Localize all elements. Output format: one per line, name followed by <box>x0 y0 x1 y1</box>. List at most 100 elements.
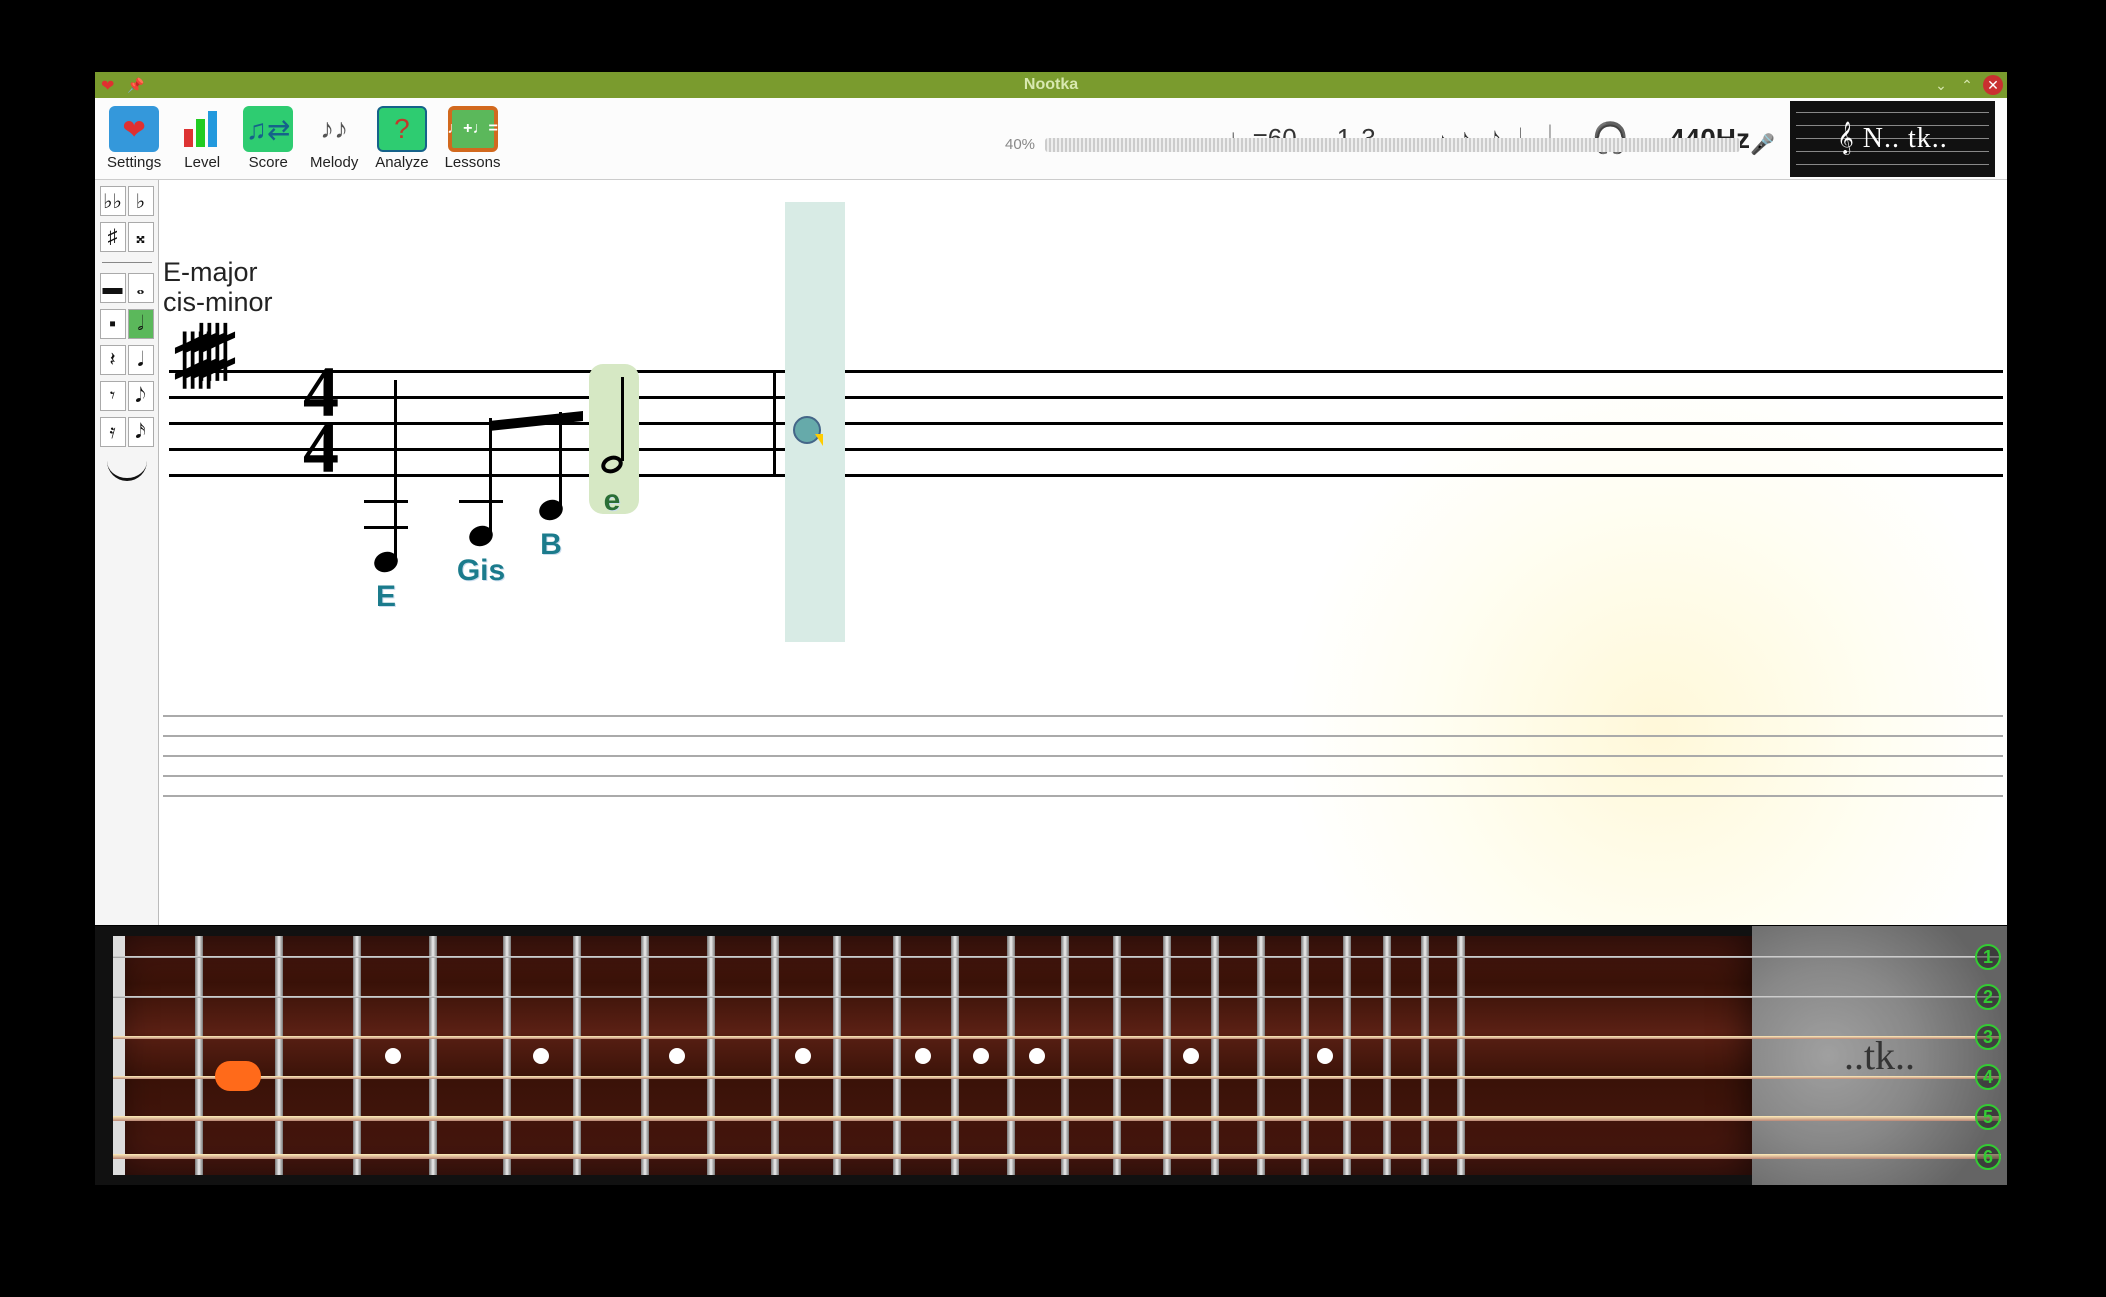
quarter-note-button[interactable]: 𝅘𝅥 <box>128 345 154 375</box>
main-toolbar: ❤ Settings Level ♫⇄ Score ♪♪ Melody ? An… <box>95 98 2007 180</box>
fret[interactable] <box>833 936 841 1175</box>
fret[interactable] <box>1421 936 1429 1175</box>
fret[interactable] <box>771 936 779 1175</box>
sharp-button[interactable]: ♯ <box>100 222 126 252</box>
microphone-icon[interactable]: 🎤 <box>1750 132 1775 157</box>
half-note-button[interactable]: 𝅗𝅥 <box>128 309 154 339</box>
settings-button[interactable]: ❤ Settings <box>99 104 169 173</box>
maximize-button[interactable]: ⌃ <box>1957 75 1977 95</box>
staff-line <box>169 474 2003 477</box>
fret-marker-dot <box>973 1048 989 1064</box>
staff-line <box>169 422 2003 425</box>
analyze-button[interactable]: ? Analyze <box>367 104 436 173</box>
app-heart-icon: ❤ <box>101 76 121 94</box>
guitar-string[interactable] <box>113 1116 2001 1121</box>
note-label: E <box>376 580 396 614</box>
double-flat-button[interactable]: ♭♭ <box>100 186 126 216</box>
fret-marker-dot <box>533 1048 549 1064</box>
quarter-rest-button[interactable]: 𝄽 <box>100 345 126 375</box>
fret[interactable] <box>1301 936 1309 1175</box>
fret-marker-dot <box>1183 1048 1199 1064</box>
fret[interactable] <box>1061 936 1069 1175</box>
guitar-fretboard[interactable]: ..tk.. <box>95 925 2007 1185</box>
logo-panel: 𝄞 N.. tk.. <box>1790 101 1995 177</box>
fret-marker-dot <box>1317 1048 1333 1064</box>
fret[interactable] <box>573 936 581 1175</box>
fret[interactable] <box>353 936 361 1175</box>
melody-button[interactable]: ♪♪ Melody <box>301 104 367 173</box>
eighth-note-button[interactable]: 𝅘𝅥𝅮 <box>128 381 154 411</box>
fret-marker-dot <box>669 1048 685 1064</box>
melody-label: Melody <box>310 154 358 171</box>
volume-meter[interactable]: 40% 🎤 <box>1005 132 1775 157</box>
score-label: Score <box>249 154 288 171</box>
guitar-string[interactable] <box>113 1036 2001 1039</box>
insertion-cursor-icon <box>793 416 821 444</box>
fret[interactable] <box>893 936 901 1175</box>
minimize-button[interactable]: ⌄ <box>1931 75 1951 95</box>
guitar-nut <box>113 936 125 1175</box>
double-sharp-button[interactable]: 𝄪 <box>128 222 154 252</box>
fret[interactable] <box>641 936 649 1175</box>
note-e-low[interactable]: E <box>374 552 398 572</box>
time-signature: 4 4 <box>303 364 339 476</box>
finger-position[interactable] <box>215 1061 261 1091</box>
eighth-rest-button[interactable]: 𝄾 <box>100 381 126 411</box>
flat-button[interactable]: ♭ <box>128 186 154 216</box>
fret-marker-dot <box>795 1048 811 1064</box>
fret[interactable] <box>951 936 959 1175</box>
level-bars-icon <box>177 106 227 152</box>
string-number[interactable]: 2 <box>1975 984 2001 1010</box>
content-area: ♭♭ ♭ ♯ 𝄪 ▬ 𝅝 ▪ 𝅗𝅥 𝄽 𝅘𝅥 𝄾 𝅘 <box>95 180 2007 925</box>
fret[interactable] <box>1211 936 1219 1175</box>
whole-note-button[interactable]: 𝅝 <box>128 273 154 303</box>
main-staff[interactable]: ♯♯♯♯ 4 4 E <box>159 360 2007 560</box>
volume-track[interactable] <box>1045 138 1740 152</box>
fret[interactable] <box>1383 936 1391 1175</box>
fret[interactable] <box>275 936 283 1175</box>
guitar-string[interactable] <box>113 956 2001 958</box>
guitar-string[interactable] <box>113 1154 2001 1159</box>
note-label: B <box>540 528 562 562</box>
fret[interactable] <box>707 936 715 1175</box>
close-button[interactable]: ✕ <box>1983 75 2003 95</box>
pin-icon[interactable]: 📌 <box>127 77 144 94</box>
fret[interactable] <box>1163 936 1171 1175</box>
tie-button[interactable] <box>107 461 147 481</box>
lessons-label: Lessons <box>445 154 501 171</box>
fret-marker-dot <box>1029 1048 1045 1064</box>
fret[interactable] <box>503 936 511 1175</box>
guitar-string[interactable] <box>113 996 2001 998</box>
titlebar: ❤ 📌 Nootka ⌄ ⌃ ✕ <box>95 72 2007 98</box>
note-label: e <box>604 484 621 518</box>
sixteenth-rest-button[interactable]: 𝄿 <box>100 417 126 447</box>
fret[interactable] <box>1113 936 1121 1175</box>
fret[interactable] <box>1007 936 1015 1175</box>
fret[interactable] <box>1457 936 1465 1175</box>
lessons-button[interactable]: ♩+♩= Lessons <box>437 104 509 173</box>
fret-marker-dot <box>915 1048 931 1064</box>
whole-rest-button[interactable]: ▬ <box>100 273 126 303</box>
note-gis[interactable]: Gis <box>469 526 493 546</box>
volume-percent: 40% <box>1005 136 1035 153</box>
level-button[interactable]: Level <box>169 104 235 173</box>
note-b[interactable]: B <box>539 500 563 520</box>
sixteenth-note-button[interactable]: 𝅘𝅥𝅯 <box>128 417 154 447</box>
fret[interactable] <box>1257 936 1265 1175</box>
string-number[interactable]: 1 <box>1975 944 2001 970</box>
string-number[interactable]: 4 <box>1975 1064 2001 1090</box>
settings-label: Settings <box>107 154 161 171</box>
fret[interactable] <box>429 936 437 1175</box>
string-number[interactable]: 3 <box>1975 1024 2001 1050</box>
score-button[interactable]: ♫⇄ Score <box>235 104 301 173</box>
guitar-string[interactable] <box>113 1076 2001 1079</box>
note-label: Gis <box>457 554 505 588</box>
half-rest-button[interactable]: ▪ <box>100 309 126 339</box>
score-area[interactable]: E-major cis-minor ♯♯♯♯ 4 4 <box>159 180 2007 925</box>
note-e-high[interactable]: e <box>601 456 623 473</box>
fret[interactable] <box>1343 936 1351 1175</box>
string-number[interactable]: 6 <box>1975 1144 2001 1170</box>
string-number[interactable]: 5 <box>1975 1104 2001 1130</box>
fret[interactable] <box>195 936 203 1175</box>
barline <box>773 370 776 477</box>
